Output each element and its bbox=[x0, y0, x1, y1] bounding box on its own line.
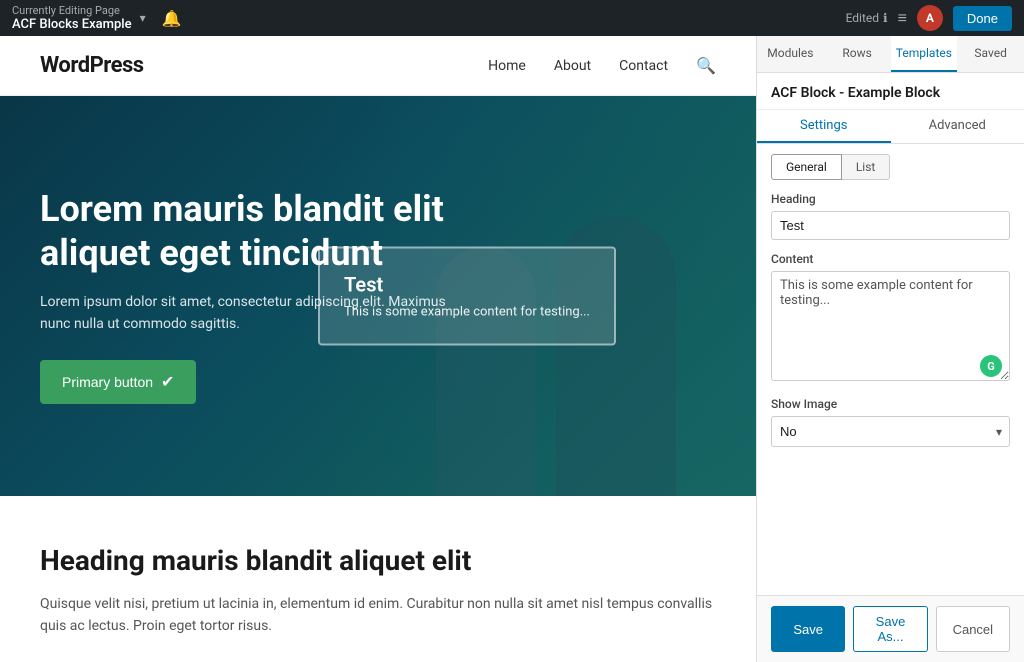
sidebar-top-tabs: Modules Rows Templates Saved bbox=[757, 36, 1024, 73]
below-text: Quisque velit nisi, pretium ut lacinia i… bbox=[40, 593, 716, 638]
button-label: Primary button bbox=[62, 374, 153, 390]
heading-label: Heading bbox=[771, 192, 1010, 206]
nav-link-home[interactable]: Home bbox=[488, 58, 526, 74]
info-icon: ℹ bbox=[883, 11, 888, 25]
tab-advanced[interactable]: Advanced bbox=[891, 110, 1024, 143]
edited-status: Edited ℹ bbox=[846, 11, 888, 25]
sidebar-panel: Modules Rows Templates Saved ACF Block -… bbox=[756, 36, 1024, 662]
check-icon: ✔ bbox=[161, 372, 174, 392]
tab-settings[interactable]: Settings bbox=[757, 110, 891, 143]
subtab-general[interactable]: General bbox=[771, 154, 842, 180]
heading-input[interactable] bbox=[771, 211, 1010, 240]
main-layout: WordPress Home About Contact 🔍 Lorem mau… bbox=[0, 36, 1024, 662]
content-label: Content bbox=[771, 252, 1010, 266]
page-title: ACF Blocks Example bbox=[12, 17, 132, 32]
nav-links: Home About Contact 🔍 bbox=[488, 56, 716, 75]
below-hero-section: Heading mauris blandit aliquet elit Quis… bbox=[0, 496, 756, 662]
below-heading: Heading mauris blandit aliquet elit bbox=[40, 544, 716, 577]
admin-bar-left: Currently Editing Page ACF Blocks Exampl… bbox=[12, 4, 182, 32]
sidebar-form-content: General List Heading Content G Show Imag… bbox=[757, 144, 1024, 595]
show-image-select[interactable]: No Yes bbox=[771, 416, 1010, 447]
avatar[interactable]: A bbox=[917, 5, 943, 31]
block-title: ACF Block - Example Block bbox=[771, 85, 1010, 101]
block-title-bar: ACF Block - Example Block bbox=[757, 73, 1024, 110]
editing-label: Currently Editing Page bbox=[12, 4, 132, 17]
nav-link-contact[interactable]: Contact bbox=[619, 58, 668, 74]
bell-icon[interactable]: 🔔 bbox=[162, 9, 182, 28]
admin-bar-right: Edited ℹ ≡ A Done bbox=[846, 5, 1012, 31]
done-button[interactable]: Done bbox=[953, 6, 1012, 31]
wordpress-logo: WordPress bbox=[40, 53, 144, 78]
admin-bar: Currently Editing Page ACF Blocks Exampl… bbox=[0, 0, 1024, 36]
admin-bar-info: Currently Editing Page ACF Blocks Exampl… bbox=[12, 4, 132, 32]
content-field-group: Content G bbox=[757, 240, 1024, 385]
block-card-text: This is some example content for testing… bbox=[344, 305, 590, 320]
tab-rows[interactable]: Rows bbox=[824, 36, 891, 72]
chevron-down-icon[interactable]: ▾ bbox=[140, 11, 146, 25]
show-image-select-wrapper: No Yes ▾ bbox=[771, 416, 1010, 447]
hero-block-card: Test This is some example content for te… bbox=[318, 247, 616, 346]
preview-area: WordPress Home About Contact 🔍 Lorem mau… bbox=[0, 36, 756, 662]
hero-section: Lorem mauris blandit elit aliquet eget t… bbox=[0, 96, 756, 496]
list-view-icon[interactable]: ≡ bbox=[898, 8, 907, 28]
sub-tabs: General List bbox=[757, 144, 1024, 180]
show-image-label: Show Image bbox=[771, 397, 1010, 411]
nav-link-about[interactable]: About bbox=[554, 58, 591, 74]
grammarly-icon: G bbox=[980, 355, 1002, 377]
content-textarea[interactable] bbox=[771, 271, 1010, 381]
tab-modules[interactable]: Modules bbox=[757, 36, 824, 72]
primary-button[interactable]: Primary button ✔ bbox=[40, 360, 196, 404]
subtab-list[interactable]: List bbox=[842, 154, 891, 180]
action-bar: Save Save As... Cancel bbox=[757, 595, 1024, 662]
block-card-title: Test bbox=[344, 273, 590, 297]
wordpress-nav: WordPress Home About Contact 🔍 bbox=[0, 36, 756, 96]
tab-templates[interactable]: Templates bbox=[891, 36, 958, 72]
cancel-button[interactable]: Cancel bbox=[936, 606, 1010, 652]
save-button[interactable]: Save bbox=[771, 606, 845, 652]
tab-saved[interactable]: Saved bbox=[957, 36, 1024, 72]
heading-field-group: Heading bbox=[757, 180, 1024, 240]
textarea-wrapper: G bbox=[771, 271, 1010, 385]
search-icon[interactable]: 🔍 bbox=[696, 56, 716, 75]
show-image-field-group: Show Image No Yes ▾ bbox=[757, 385, 1024, 459]
settings-tabs: Settings Advanced bbox=[757, 110, 1024, 144]
save-as-button[interactable]: Save As... bbox=[853, 606, 927, 652]
